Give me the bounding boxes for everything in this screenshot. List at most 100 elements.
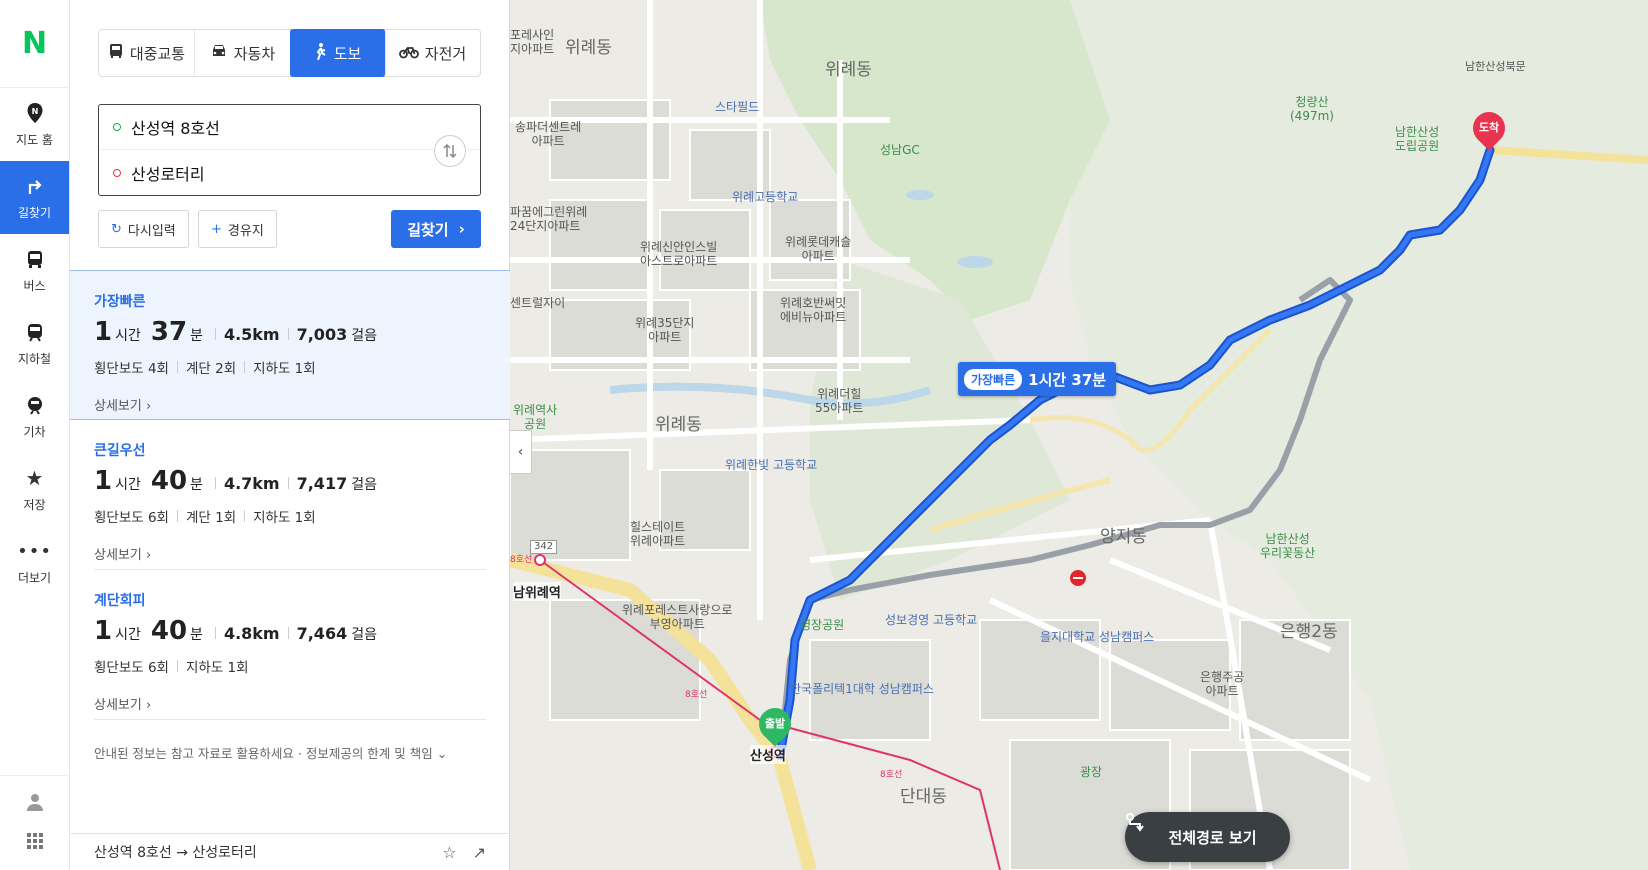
route-time-tag[interactable]: 가장빠른 1시간 37분 xyxy=(958,362,1117,396)
meta-item: 횡단보도 4회 xyxy=(94,361,169,377)
rail-label: 버스 xyxy=(23,279,46,293)
map-label[interactable]: 광장 xyxy=(1080,765,1102,779)
origin-field[interactable]: 산성역 8호선 xyxy=(99,105,480,150)
end-pin[interactable]: 도착 xyxy=(1466,105,1512,154)
steps-unit: 걸음 xyxy=(351,477,377,493)
map-label[interactable]: 위례한빛 고등학교 xyxy=(725,458,817,472)
rail-item-more[interactable]: ••• 더보기 xyxy=(0,526,69,599)
map-label[interactable]: 힐스테이트 위례아파트 xyxy=(630,520,685,549)
destination-field[interactable]: 산성로터리 xyxy=(99,150,480,195)
map-label[interactable]: 청량산 (497m) xyxy=(1290,95,1334,124)
route-meta: 횡단보도 6회 계단 1회 지하도 1회 xyxy=(94,506,510,526)
rail-item-subway[interactable]: 지하철 xyxy=(0,307,69,380)
map-label[interactable]: 위례더힐 55아파트 xyxy=(815,387,863,416)
route-option[interactable]: 큰길우선 1 시간 40 분 4.7km 7,417 걸음 횡단보도 6회 계단… xyxy=(70,420,510,570)
map-view[interactable]: 포레사인 지아파트 위례동 위례동 스타필드 송파더센트레 아파트 성남GC 청… xyxy=(510,0,1648,870)
find-route-button[interactable]: 길찾기 › xyxy=(391,210,481,248)
route-minutes: 40 xyxy=(150,616,188,646)
route-detail-link[interactable]: 상세보기 › xyxy=(94,544,510,563)
route-option[interactable]: 가장빠른 1 시간 37 분 4.5km 7,003 걸음 횡단보도 4회 계단… xyxy=(70,270,510,420)
rail-label: 저장 xyxy=(23,498,46,512)
star-icon[interactable]: ☆ xyxy=(442,843,456,862)
map-label[interactable]: 남한산성 우리꽃동산 xyxy=(1260,532,1315,561)
route-hours: 1 xyxy=(94,616,113,646)
tab-bicycle[interactable]: 자전거 xyxy=(385,30,480,76)
user-icon[interactable] xyxy=(25,792,45,816)
start-pin[interactable]: 출발 xyxy=(752,701,798,750)
route-name: 큰길우선 xyxy=(94,443,146,459)
map-label: 위례동 xyxy=(825,60,872,80)
route-tag-time: 1시간 37분 xyxy=(1028,370,1107,389)
destination-value: 산성로터리 xyxy=(131,164,205,184)
reset-label: 다시입력 xyxy=(127,223,176,239)
map-label[interactable]: 위례고등학교 xyxy=(732,190,798,204)
map-label[interactable]: 성남GC xyxy=(880,143,920,157)
map-label[interactable]: 위례신안인스빌 아스트로아파트 xyxy=(640,240,717,269)
chevron-right-icon: › xyxy=(458,220,465,238)
map-label[interactable]: 위례호반써밋 에비뉴아파트 xyxy=(780,296,846,325)
collapse-panel-button[interactable]: ‹ xyxy=(510,430,532,474)
disclaimer-notice[interactable]: 안내된 정보는 참고 자료로 활용하세요 · 정보제공의 한계 및 책임 ⌄ xyxy=(94,743,447,762)
map-label[interactable]: 파꿈에그린위례 24단지아파트 xyxy=(510,205,587,234)
map-label[interactable]: 성보경영 고등학교 xyxy=(885,613,977,627)
route-meta: 횡단보도 4회 계단 2회 지하도 1회 xyxy=(94,357,510,377)
train-icon xyxy=(23,393,47,417)
grid-menu-icon[interactable] xyxy=(26,832,44,854)
rail-label: 길찾기 xyxy=(17,206,52,220)
divider xyxy=(214,627,216,639)
tab-label: 자동차 xyxy=(233,44,276,63)
map-label[interactable]: 송파더센트레 아파트 xyxy=(515,120,581,149)
plus-icon: + xyxy=(211,221,222,237)
map-label: 은행2동 xyxy=(1280,622,1338,642)
meta-item: 지하도 1회 xyxy=(253,510,316,526)
map-label[interactable]: 위례롯데캐슬 아파트 xyxy=(785,235,851,264)
route-detail-link[interactable]: 상세보기 › xyxy=(94,395,510,414)
minute-unit: 분 xyxy=(190,477,203,493)
station-label[interactable]: 남위례역 xyxy=(513,582,561,601)
map-label[interactable]: 위례포레스트사랑으로 부영아파트 xyxy=(622,603,732,632)
map-label[interactable]: 한국폴리텍1대학 성남캠퍼스 xyxy=(790,682,934,696)
destination-dot-icon xyxy=(113,168,121,177)
naver-logo[interactable]: N xyxy=(0,0,69,88)
map-label[interactable]: 영장공원 xyxy=(800,618,844,632)
tab-walk[interactable]: 도보 xyxy=(290,29,386,77)
chevron-left-icon: ‹ xyxy=(517,444,524,460)
route-hours: 1 xyxy=(94,317,113,347)
hour-unit: 시간 xyxy=(115,627,141,643)
map-label[interactable]: 남한산성 도립공원 xyxy=(1395,125,1439,154)
rail-item-map-home[interactable]: N 지도 홈 xyxy=(0,88,69,161)
rail-item-directions[interactable]: 길찾기 xyxy=(0,161,69,234)
bicycle-icon xyxy=(398,43,419,63)
meta-item: 계단 2회 xyxy=(185,361,237,377)
map-label[interactable]: 포레사인 지아파트 xyxy=(510,28,554,57)
swap-route-button[interactable] xyxy=(434,135,466,167)
map-label[interactable]: 위례역사 공원 xyxy=(513,403,557,432)
steps-unit: 걸음 xyxy=(351,328,377,344)
search-actions: ↻ 다시입력 + 경유지 길찾기 › xyxy=(98,210,481,248)
map-label[interactable]: 을지대학교 성남캠퍼스 xyxy=(1040,630,1154,644)
left-nav-rail: N N 지도 홈 길찾기 버스 지하철 기차 ★ 저장 ••• 더보기 xyxy=(0,0,70,870)
tab-transit[interactable]: 대중교통 xyxy=(99,30,195,76)
share-icon[interactable]: ↗ xyxy=(473,843,486,862)
route-detail-link[interactable]: 상세보기 › xyxy=(94,694,510,713)
no-entry-icon[interactable] xyxy=(1070,570,1086,586)
rail-item-bus[interactable]: 버스 xyxy=(0,234,69,307)
map-label[interactable]: 스타필드 xyxy=(715,100,759,114)
rail-item-train[interactable]: 기차 xyxy=(0,380,69,453)
map-label[interactable]: 센트럴자이 xyxy=(510,296,565,310)
route-option[interactable]: 계단회피 1 시간 40 분 4.8km 7,464 걸음 횡단보도 6회 지하… xyxy=(70,570,510,720)
route-steps: 7,464 xyxy=(296,624,348,643)
map-label[interactable]: 은행주공 아파트 xyxy=(1200,670,1244,699)
add-waypoint-button[interactable]: + 경유지 xyxy=(198,210,277,248)
rail-item-saved[interactable]: ★ 저장 xyxy=(0,453,69,526)
map-label: 양지동 xyxy=(1100,527,1147,547)
divider xyxy=(244,510,246,522)
map-label[interactable]: 남한산성북문 xyxy=(1465,60,1526,73)
meta-item: 횡단보도 6회 xyxy=(94,660,169,676)
map-label[interactable]: 위례35단지 아파트 xyxy=(635,316,694,345)
divider xyxy=(214,328,216,340)
view-full-route-button[interactable]: 전체경로 보기 xyxy=(1125,812,1290,862)
reset-button[interactable]: ↻ 다시입력 xyxy=(98,210,189,248)
transport-mode-tabs: 대중교통 자동차 도보 자전거 xyxy=(98,29,481,77)
tab-car[interactable]: 자동차 xyxy=(195,30,291,76)
